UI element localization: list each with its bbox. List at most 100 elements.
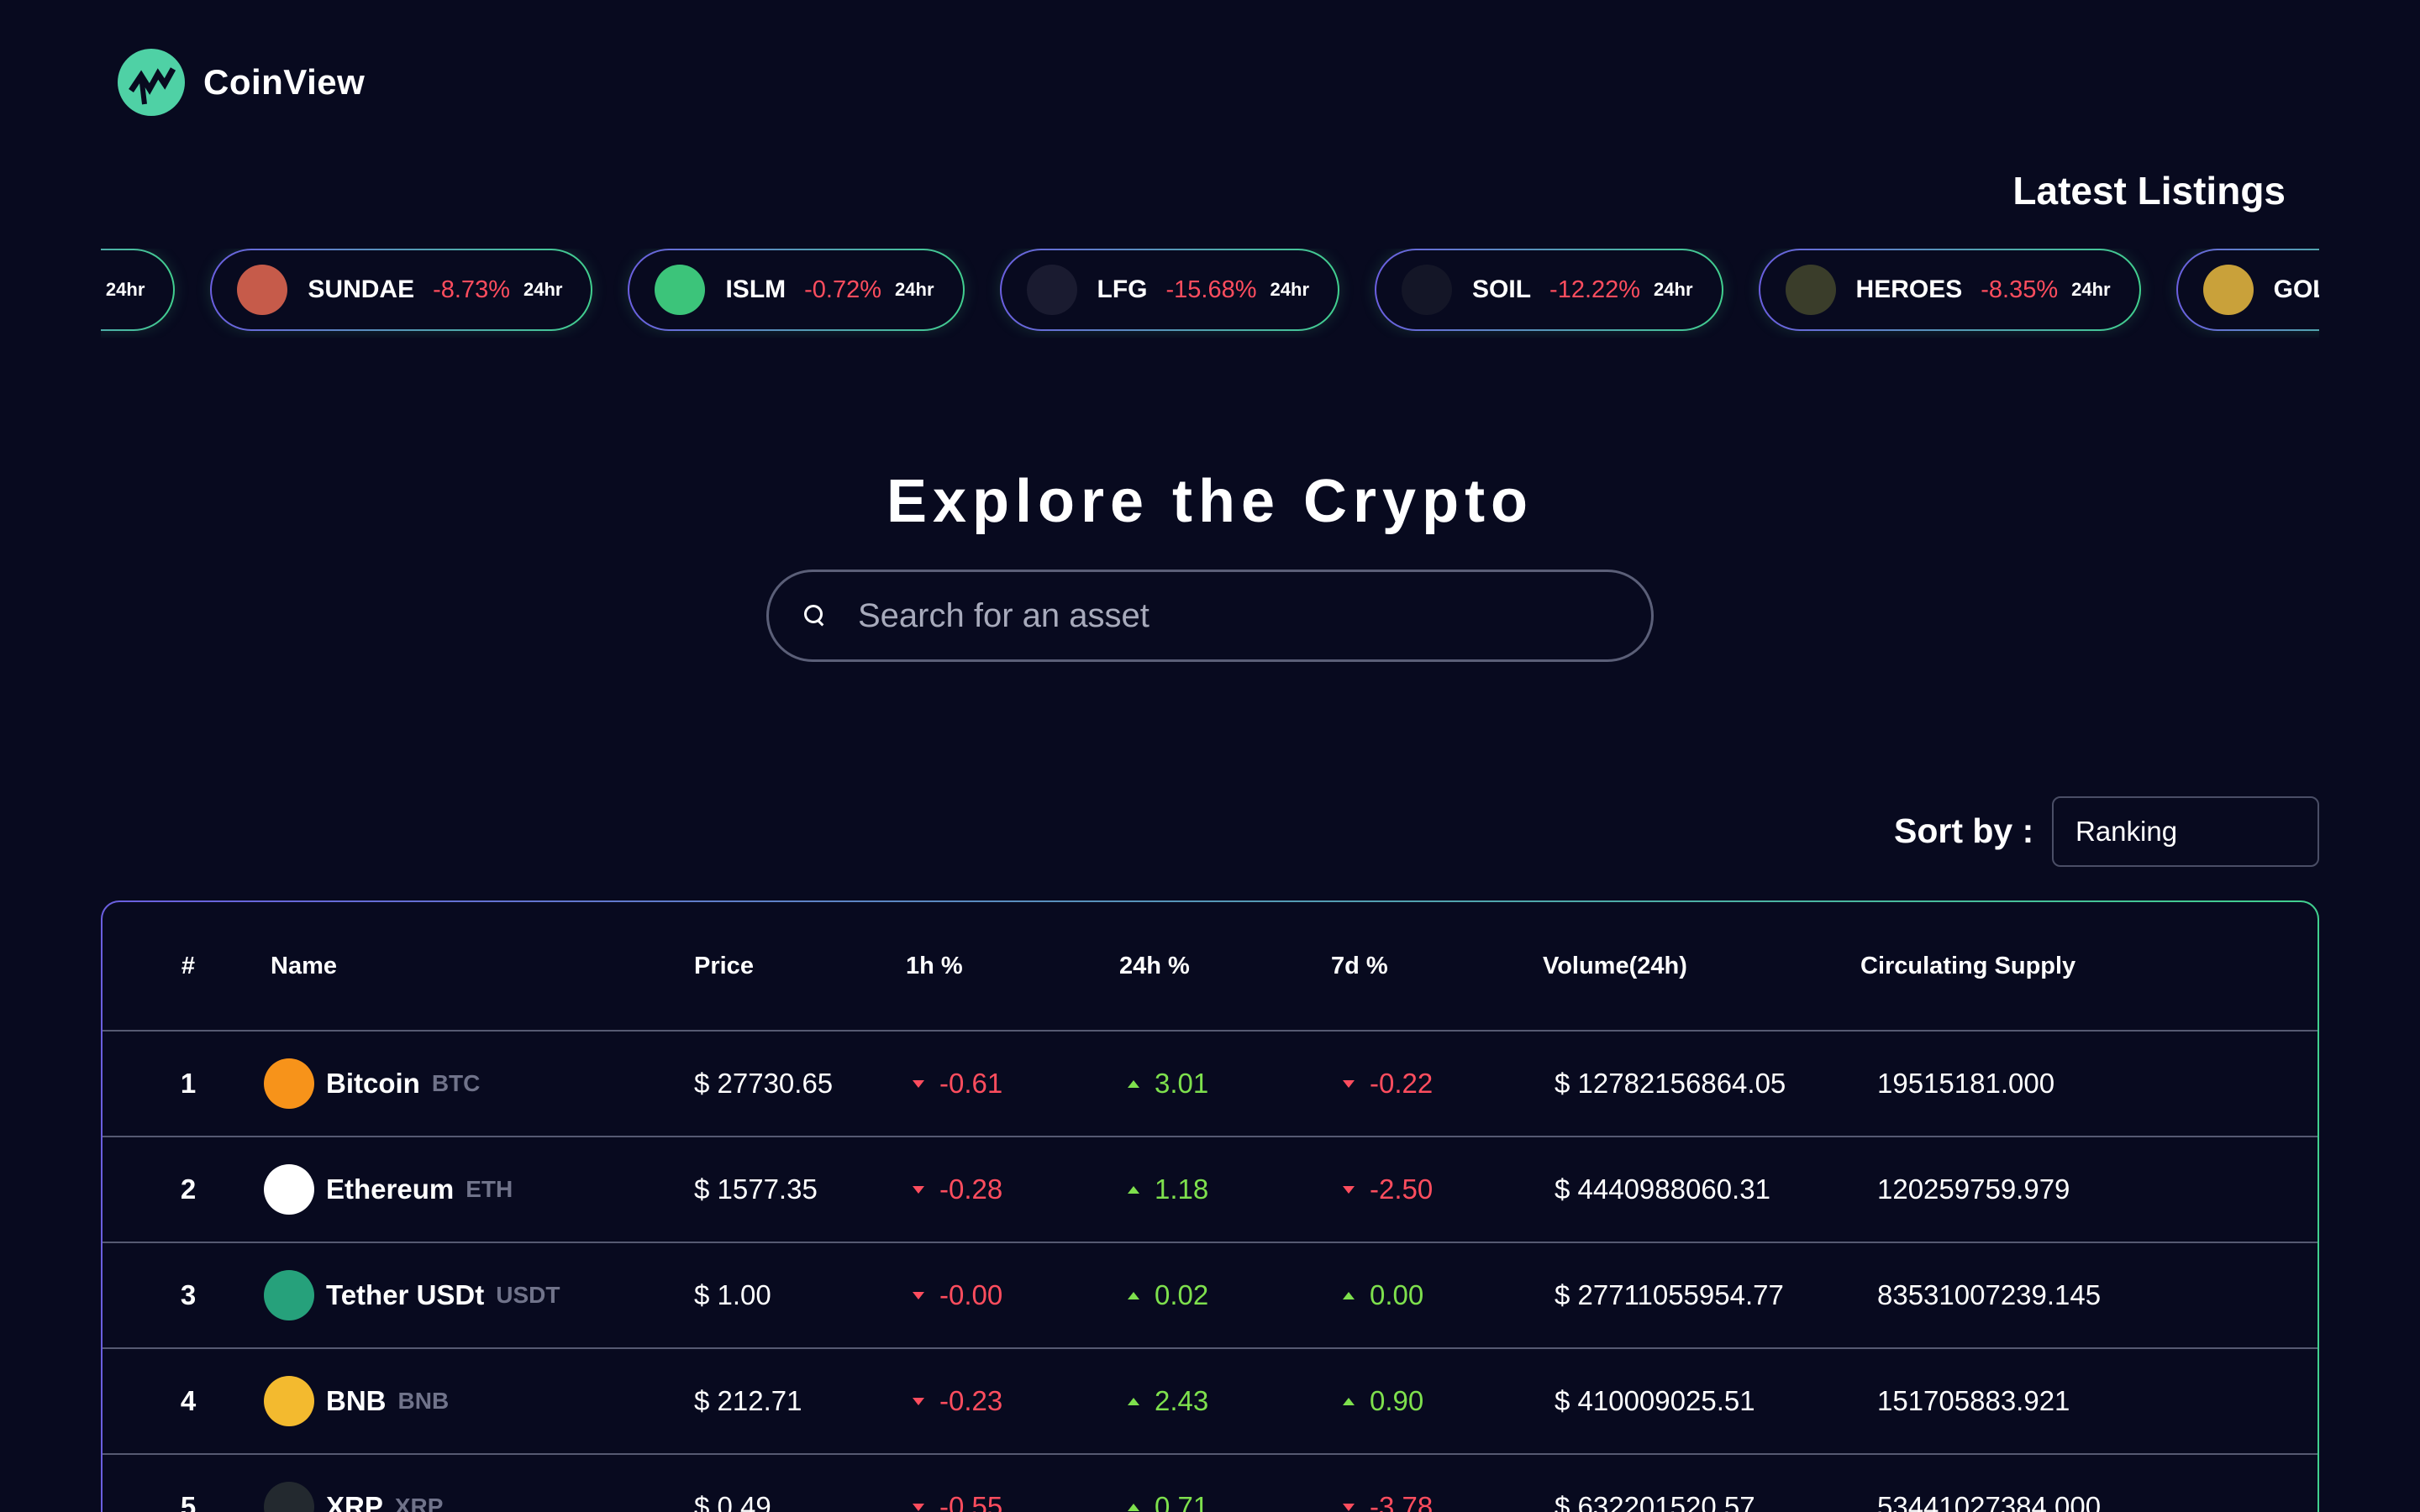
caret-down-icon	[1343, 1503, 1355, 1511]
change-value: -0.61	[913, 1068, 1002, 1100]
sort-select[interactable]: Ranking	[2052, 796, 2319, 867]
listing-chip[interactable]: SUNDAE -8.73% 24hr	[210, 249, 592, 331]
change-number: 1.18	[1155, 1173, 1209, 1205]
change-number: 0.71	[1155, 1491, 1209, 1512]
listing-period: 24hr	[105, 279, 145, 300]
heroes-logo-icon	[1785, 265, 1836, 315]
change-value: 2.43	[1128, 1385, 1208, 1417]
row-volume: $ 410009025.51	[1555, 1385, 1755, 1416]
change-number: -0.00	[939, 1279, 1003, 1310]
listing-symbol: ISLM	[725, 276, 786, 303]
change-number: -0.61	[939, 1068, 1003, 1099]
row-supply: 53441027384.000	[1877, 1491, 2102, 1512]
row-rank: 3	[180, 1279, 197, 1310]
listing-symbol: HEROES	[1855, 276, 1963, 303]
row-supply: 19515181.000	[1877, 1068, 2055, 1099]
table-row[interactable]: 4 BNB BNB $ 212.71 -0.23 2.43 0.90 $ 410009025.…	[103, 1349, 2317, 1455]
header-supply[interactable]: Circulating Supply	[1860, 902, 2075, 1030]
crypto-table: # Name Price 1h % 24h % 7d % Volume(24h)…	[101, 900, 2319, 1512]
row-volume: $ 632201520.57	[1555, 1491, 1755, 1512]
table-row[interactable]: 5 XRP XRP $ 0.49 -0.55 0.71 -3.78 $ 632201520.5…	[103, 1455, 2317, 1512]
caret-down-icon	[913, 1079, 924, 1088]
caret-down-icon	[1343, 1079, 1355, 1088]
header-volume[interactable]: Volume(24h)	[1543, 902, 1687, 1030]
change-value: -0.55	[913, 1491, 1002, 1512]
row-change-24h: 3.01	[1128, 1032, 1208, 1136]
change-value: -0.00	[913, 1279, 1002, 1311]
table-row[interactable]: 1 Bitcoin BTC $ 27730.65 -0.61 3.01 -0.22 $ 127…	[103, 1032, 2317, 1137]
listing-symbol: LFG	[1097, 276, 1148, 303]
listing-symbol: SUNDAE	[308, 276, 415, 303]
table-body: 1 Bitcoin BTC $ 27730.65 -0.61 3.01 -0.22 $ 127…	[103, 1032, 2317, 1512]
row-change-1h: -0.61	[913, 1032, 1002, 1136]
row-volume: $ 27711055954.77	[1555, 1279, 1784, 1310]
header-rank[interactable]: #	[155, 902, 222, 1030]
change-value: 1.18	[1128, 1173, 1208, 1205]
row-change-1h: -0.28	[913, 1137, 1002, 1242]
row-change-24h: 0.71	[1128, 1455, 1208, 1512]
row-price: $ 1577.35	[694, 1173, 818, 1205]
coin-name: Bitcoin	[326, 1068, 420, 1099]
caret-down-icon	[913, 1397, 924, 1405]
row-price: $ 1.00	[694, 1279, 771, 1310]
latest-listings-title: Latest Listings	[2012, 169, 2286, 213]
row-change-1h: -0.23	[913, 1349, 1002, 1453]
listing-symbol: GOLD	[2273, 276, 2319, 303]
table-row[interactable]: 3 Tether USDt USDT $ 1.00 -0.00 0.02 0.00 $ 277…	[103, 1243, 2317, 1349]
header-name[interactable]: Name	[271, 902, 337, 1030]
brand-name: CoinView	[203, 62, 366, 102]
brand[interactable]: CoinView	[118, 49, 365, 116]
change-number: -3.78	[1370, 1491, 1434, 1512]
sundae-logo-icon	[237, 265, 288, 315]
row-change-1h: -0.00	[913, 1243, 1002, 1347]
change-value: -0.23	[913, 1385, 1002, 1417]
change-number: 0.90	[1370, 1385, 1424, 1416]
search-input[interactable]	[858, 596, 1614, 635]
header-price[interactable]: Price	[694, 902, 754, 1030]
coin-name: XRP	[326, 1491, 383, 1512]
row-change-7d: -2.50	[1343, 1137, 1433, 1242]
row-volume: $ 12782156864.05	[1555, 1068, 1786, 1099]
coin-symbol: ETH	[466, 1176, 513, 1202]
row-name: XRP XRP	[264, 1455, 443, 1512]
lfg-logo-icon	[1026, 265, 1077, 315]
change-value: -2.50	[1343, 1173, 1433, 1205]
header-24h[interactable]: 24h %	[1119, 902, 1190, 1030]
listing-change: -15.68%	[1165, 276, 1257, 303]
row-price: $ 212.71	[694, 1385, 802, 1416]
listing-chip[interactable]: 4%24hr	[101, 249, 175, 331]
change-number: 3.01	[1155, 1068, 1209, 1099]
bitcoin-logo-icon	[264, 1058, 314, 1109]
table-row[interactable]: 2 Ethereum ETH $ 1577.35 -0.28 1.18 -2.50 $ 444…	[103, 1137, 2317, 1243]
listing-symbol: SOIL	[1472, 276, 1532, 303]
tether-logo-icon	[264, 1270, 314, 1320]
change-value: -3.78	[1343, 1491, 1433, 1512]
row-name: Bitcoin BTC	[264, 1032, 480, 1136]
row-rank: 1	[180, 1068, 197, 1099]
listing-change: -12.22%	[1549, 276, 1641, 303]
caret-up-icon	[1128, 1185, 1139, 1194]
header-1h[interactable]: 1h %	[906, 902, 963, 1030]
search-bar[interactable]	[766, 570, 1654, 662]
coin-symbol: BTC	[431, 1070, 481, 1096]
row-change-7d: 0.90	[1343, 1349, 1423, 1453]
change-number: 2.43	[1155, 1385, 1209, 1416]
change-number: 0.02	[1155, 1279, 1209, 1310]
listing-chip[interactable]: GOLD	[2176, 249, 2319, 331]
listing-period: 24hr	[895, 279, 934, 300]
listing-chip[interactable]: SOIL -12.22% 24hr	[1375, 249, 1723, 331]
change-value: 0.90	[1343, 1385, 1423, 1417]
ethereum-logo-icon	[264, 1164, 314, 1215]
caret-down-icon	[913, 1291, 924, 1299]
row-change-1h: -0.55	[913, 1455, 1002, 1512]
caret-up-icon	[1343, 1397, 1355, 1405]
row-change-7d: -3.78	[1343, 1455, 1433, 1512]
listing-change: -8.35%	[1981, 276, 2059, 303]
row-name: BNB BNB	[264, 1349, 449, 1453]
listing-chip[interactable]: ISLM -0.72% 24hr	[628, 249, 964, 331]
change-number: -2.50	[1370, 1173, 1434, 1205]
listing-chip[interactable]: LFG -15.68% 24hr	[1000, 249, 1340, 331]
header-7d[interactable]: 7d %	[1331, 902, 1388, 1030]
listing-change: -8.73%	[433, 276, 510, 303]
listing-chip[interactable]: HEROES -8.35% 24hr	[1759, 249, 2141, 331]
